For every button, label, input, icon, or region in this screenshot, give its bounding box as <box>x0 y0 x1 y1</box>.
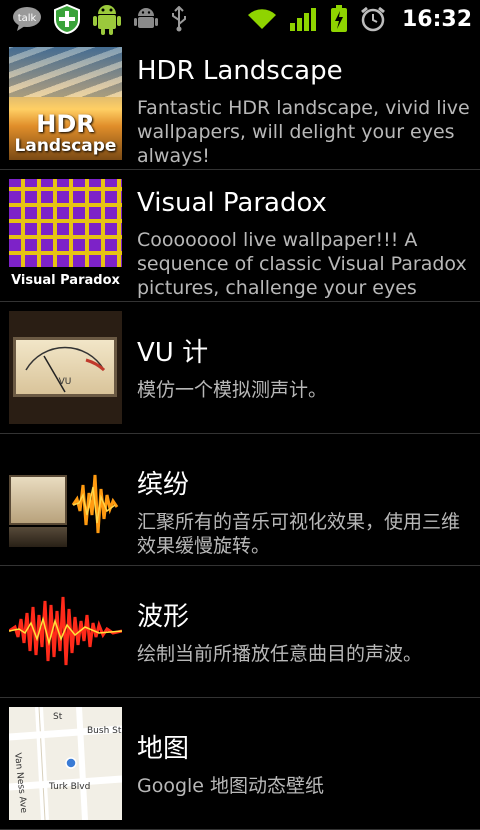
notification-icons: talk <box>12 2 188 36</box>
usb-icon <box>170 6 188 32</box>
system-status-icons: 16:32 <box>246 5 472 33</box>
item-title: HDR Landscape <box>137 56 343 86</box>
talk-icon: talk <box>12 6 42 32</box>
item-description: 绘制当前所播放任意曲目的声波。 <box>137 643 423 665</box>
list-item-spectrum[interactable]: 缤纷 汇聚所有的音乐可视化效果，使用三维效果缓慢旋转。 <box>0 434 480 566</box>
visual-paradox-thumbnail: Visual Paradox <box>9 179 122 292</box>
live-wallpaper-list: HDR Landscape HDR Landscape Fantastic HD… <box>0 38 480 830</box>
item-title: VU 计 <box>137 338 209 368</box>
android-debug-icon <box>134 6 158 32</box>
thumbnail-label: Visual Paradox <box>11 273 120 288</box>
map-street-label: Bush St <box>87 726 122 736</box>
thumbnail-label: Landscape <box>14 136 117 156</box>
vu-meter-thumbnail: VU <box>9 311 122 424</box>
item-description: Google 地图动态壁纸 <box>137 775 325 797</box>
wifi-icon <box>246 7 278 31</box>
battery-charging-icon <box>330 5 348 33</box>
item-description: 模仿一个模拟测声计。 <box>137 379 328 401</box>
item-title: Visual Paradox <box>137 188 327 218</box>
list-item-vu-meter[interactable]: VU VU 计 模仿一个模拟测声计。 <box>0 302 480 434</box>
item-title: 波形 <box>137 602 190 632</box>
list-item-visual-paradox[interactable]: Visual Paradox Visual Paradox Coooooool … <box>0 170 480 302</box>
signal-icon <box>289 7 318 31</box>
hdr-landscape-thumbnail: HDR Landscape <box>9 47 122 160</box>
list-item-waveform[interactable]: 波形 绘制当前所播放任意曲目的声波。 <box>0 566 480 698</box>
thumbnail-label: HDR <box>36 110 95 138</box>
spectrum-thumbnail <box>9 443 122 556</box>
list-item-hdr-landscape[interactable]: HDR Landscape HDR Landscape Fantastic HD… <box>0 38 480 170</box>
maps-thumbnail: Van Ness Ave Bush St Turk Blvd St <box>9 707 122 820</box>
map-street-label: Turk Blvd <box>48 782 90 792</box>
item-description: Fantastic HDR landscape, vivid live wall… <box>137 97 470 167</box>
status-bar: talk 16:32 <box>0 0 480 38</box>
item-description: Coooooool live wallpaper!!! A sequence o… <box>137 229 467 299</box>
waveform-thumbnail <box>9 575 122 688</box>
list-item-maps[interactable]: Van Ness Ave Bush St Turk Blvd St 地图 Goo… <box>0 698 480 830</box>
clock: 16:32 <box>401 6 472 32</box>
svg-text:talk: talk <box>18 13 37 24</box>
map-street-label: St <box>53 712 63 722</box>
thumbnail-label: VU <box>59 377 72 387</box>
item-title: 地图 <box>137 734 190 764</box>
market-add-icon <box>54 4 80 34</box>
alarm-icon <box>360 6 386 32</box>
item-title: 缤纷 <box>137 470 190 500</box>
item-description: 汇聚所有的音乐可视化效果，使用三维效果缓慢旋转。 <box>137 511 461 557</box>
android-icon <box>92 2 122 36</box>
